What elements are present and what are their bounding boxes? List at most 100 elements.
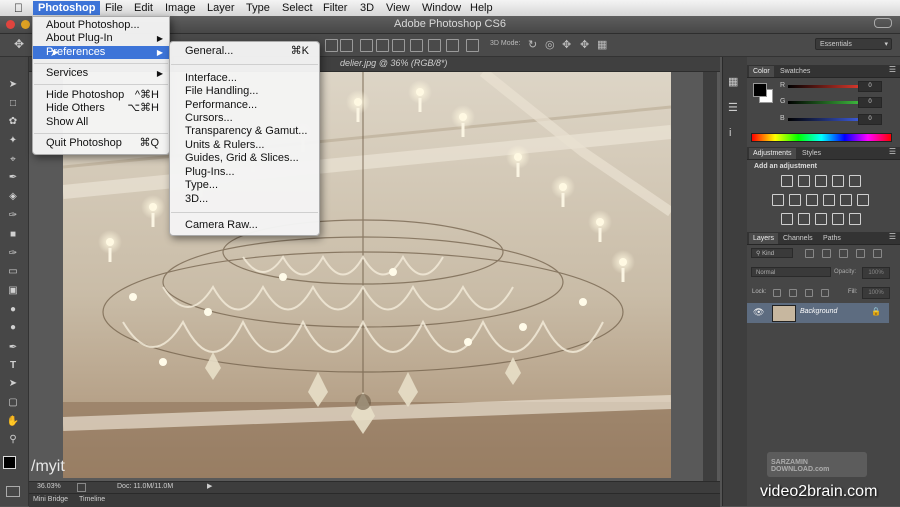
brush-tool-icon[interactable]: ✑ — [6, 209, 20, 223]
3d-slide-icon[interactable]: ✥ — [580, 38, 589, 51]
filter-type-icon[interactable] — [839, 249, 848, 258]
move-tool-icon[interactable]: ✥ — [14, 37, 24, 51]
pref-plugins[interactable]: Plug-Ins... — [170, 166, 319, 179]
lasso-tool-icon[interactable]: ✿ — [6, 115, 20, 129]
vertical-scrollbar[interactable] — [703, 72, 717, 482]
levels-icon[interactable] — [798, 175, 810, 187]
curves-icon[interactable] — [815, 175, 827, 187]
menu-help[interactable]: Help — [465, 1, 498, 15]
channel-b-slider[interactable] — [788, 118, 862, 121]
3d-roll-icon[interactable]: ◎ — [545, 38, 555, 51]
zoom-level[interactable]: 36.03% — [37, 483, 61, 490]
layer-name[interactable]: Background — [800, 308, 837, 315]
pref-units-rulers[interactable]: Units & Rulers... — [170, 139, 319, 152]
menu-image[interactable]: Image — [160, 1, 201, 15]
workspace-switcher[interactable]: Essentials ▾ — [815, 38, 892, 50]
lock-pixels-icon[interactable] — [789, 289, 797, 297]
tab-layers[interactable]: Layers — [749, 233, 779, 244]
pref-guides-grid-slices[interactable]: Guides, Grid & Slices... — [170, 152, 319, 165]
tab-styles[interactable]: Styles — [798, 148, 825, 159]
menu-layer[interactable]: Layer — [202, 1, 240, 15]
quick-select-tool-icon[interactable]: ✦ — [6, 134, 20, 148]
tab-timeline[interactable]: Timeline — [79, 496, 105, 503]
dodge-tool-icon[interactable]: ● — [6, 321, 20, 335]
info-icon[interactable]: i — [729, 127, 731, 139]
filter-smart-object-icon[interactable] — [873, 249, 882, 258]
distribute-middle-icon[interactable] — [376, 39, 389, 52]
tab-color[interactable]: Color — [749, 66, 774, 77]
3d-rotate-icon[interactable]: ↻ — [528, 38, 537, 51]
screen-mode-icon[interactable] — [6, 486, 20, 497]
panel-menu-icon[interactable]: ☰ — [889, 147, 896, 156]
apple-icon[interactable]:  — [9, 1, 28, 15]
tab-channels[interactable]: Channels — [779, 233, 817, 244]
color-lookup-icon[interactable] — [857, 194, 869, 206]
layer-row-background[interactable]: 👁 Background 🔒 — [747, 303, 889, 323]
menu-file[interactable]: File — [100, 1, 128, 15]
zoom-tool-icon[interactable]: ⚲ — [6, 433, 20, 447]
channel-g-value[interactable]: 0 — [858, 97, 882, 108]
marquee-tool-icon[interactable]: □ — [6, 97, 20, 111]
pref-interface[interactable]: Interface... — [170, 72, 319, 85]
shape-tool-icon[interactable]: ▢ — [6, 396, 20, 410]
pref-camera-raw[interactable]: Camera Raw... — [170, 219, 319, 232]
history-brush-tool-icon[interactable]: ✑ — [6, 247, 20, 261]
pref-cursors[interactable]: Cursors... — [170, 112, 319, 125]
channel-g-slider[interactable] — [788, 101, 862, 104]
menu-type[interactable]: Type — [241, 1, 275, 15]
history-icon[interactable]: ▦ — [728, 75, 738, 88]
distribute-center-icon[interactable] — [428, 39, 441, 52]
menu-item-about-plugin[interactable]: About Plug-In ▶ — [33, 32, 169, 45]
distribute-bottom-icon[interactable] — [392, 39, 405, 52]
channel-b-value[interactable]: 0 — [858, 114, 882, 125]
clone-stamp-tool-icon[interactable]: ■ — [6, 228, 20, 242]
pref-file-handling[interactable]: File Handling... — [170, 85, 319, 98]
color-balance-icon[interactable] — [789, 194, 801, 206]
pref-3d[interactable]: 3D... — [170, 193, 319, 206]
menu-filter[interactable]: Filter — [318, 1, 352, 15]
blend-mode-select[interactable]: Normal — [751, 267, 831, 277]
pref-transparency-gamut[interactable]: Transparency & Gamut... — [170, 125, 319, 138]
auto-align-icon[interactable] — [466, 39, 479, 52]
tab-swatches[interactable]: Swatches — [776, 66, 814, 77]
threshold-icon[interactable] — [815, 213, 827, 225]
filter-adjustment-icon[interactable] — [822, 249, 831, 258]
panel-menu-icon[interactable]: ☰ — [889, 232, 896, 241]
menu-3d[interactable]: 3D — [355, 1, 379, 15]
crop-tool-icon[interactable]: ⌖ — [6, 153, 20, 167]
brightness-contrast-icon[interactable] — [781, 175, 793, 187]
exposure-icon[interactable] — [832, 175, 844, 187]
menu-photoshop[interactable]: Photoshop — [33, 1, 101, 15]
posterize-icon[interactable] — [798, 213, 810, 225]
lock-position-icon[interactable] — [805, 289, 813, 297]
filter-pixel-icon[interactable] — [805, 249, 814, 258]
3d-scale-icon[interactable]: ▦ — [597, 38, 607, 51]
gradient-tool-icon[interactable]: ▣ — [6, 284, 20, 298]
pref-performance[interactable]: Performance... — [170, 99, 319, 112]
status-bar-icon[interactable] — [77, 483, 86, 492]
panel-menu-icon[interactable]: ☰ — [889, 65, 896, 74]
type-tool-icon[interactable]: T — [6, 359, 20, 373]
eyedropper-tool-icon[interactable]: ✒ — [6, 171, 20, 185]
menu-item-quit-photoshop[interactable]: Quit Photoshop ⌘Q — [33, 137, 169, 150]
menu-item-about-photoshop[interactable]: About Photoshop... — [33, 19, 169, 32]
tab-mini-bridge[interactable]: Mini Bridge — [33, 496, 68, 503]
tab-paths[interactable]: Paths — [819, 233, 845, 244]
healing-brush-tool-icon[interactable]: ◈ — [6, 190, 20, 204]
pref-type[interactable]: Type... — [170, 179, 319, 192]
layer-visibility-eye-icon[interactable]: 👁 — [753, 307, 764, 318]
blur-tool-icon[interactable]: ● — [6, 303, 20, 317]
path-select-tool-icon[interactable]: ➤ — [6, 377, 20, 391]
status-menu-arrow-icon[interactable]: ▶ — [207, 482, 212, 490]
invert-icon[interactable] — [781, 213, 793, 225]
eraser-tool-icon[interactable]: ▭ — [6, 265, 20, 279]
gradient-map-icon[interactable] — [832, 213, 844, 225]
menu-select[interactable]: Select — [277, 1, 318, 15]
hand-tool-icon[interactable]: ✋ — [6, 415, 20, 429]
pen-tool-icon[interactable]: ✒ — [6, 341, 20, 355]
layer-filter-select[interactable]: ⚲ Kind — [751, 248, 793, 258]
opacity-field[interactable]: 100% — [862, 267, 890, 279]
channel-mixer-icon[interactable] — [840, 194, 852, 206]
menu-window[interactable]: Window — [417, 1, 466, 15]
channel-r-slider[interactable] — [788, 85, 862, 88]
